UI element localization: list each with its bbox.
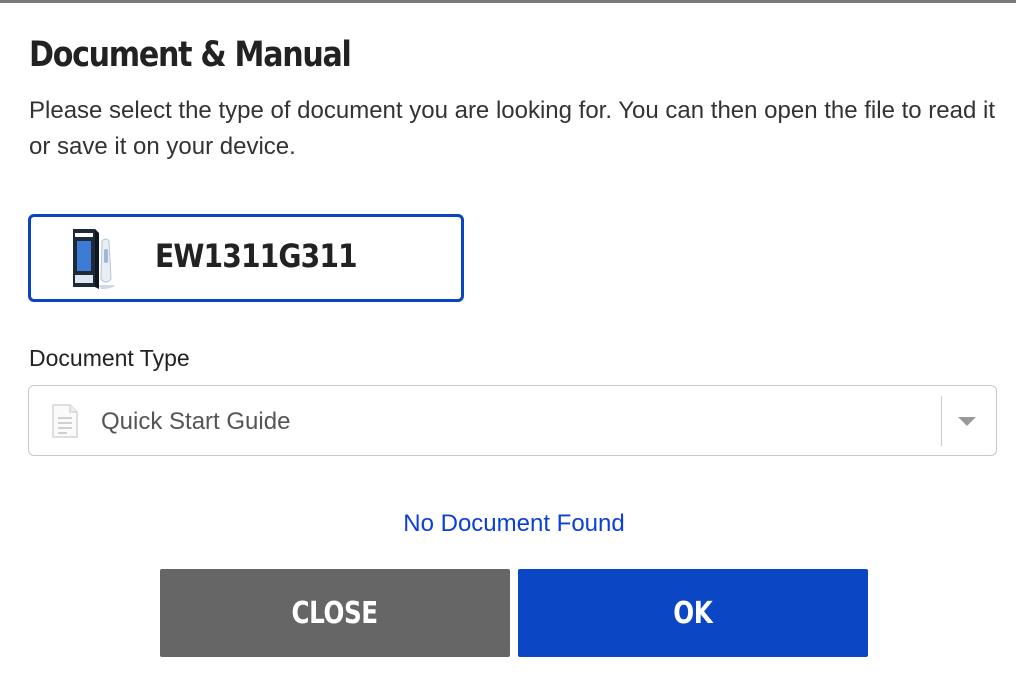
document-type-selected-value: Quick Start Guide [101, 408, 291, 435]
document-type-label: Document Type [29, 345, 190, 371]
dialog-description: Please select the type of document you a… [29, 97, 995, 160]
document-icon [52, 404, 78, 438]
select-divider [941, 396, 942, 446]
document-manual-dialog: Document & Manual Please select the type… [0, 3, 1016, 700]
product-model-number: EW1311G311 [155, 237, 358, 275]
document-type-select[interactable]: Quick Start Guide [28, 385, 997, 456]
product-card[interactable]: EW1311G311 [28, 214, 464, 302]
dialog-title: Document & Manual [29, 35, 352, 75]
product-box-icon [73, 229, 115, 289]
chevron-down-icon[interactable] [958, 417, 976, 426]
close-button[interactable]: CLOSE [160, 569, 510, 657]
close-button-label: CLOSE [291, 595, 379, 631]
ok-button[interactable]: OK [518, 569, 868, 657]
no-document-message: No Document Found [403, 510, 625, 537]
ok-button-label: OK [673, 595, 713, 631]
